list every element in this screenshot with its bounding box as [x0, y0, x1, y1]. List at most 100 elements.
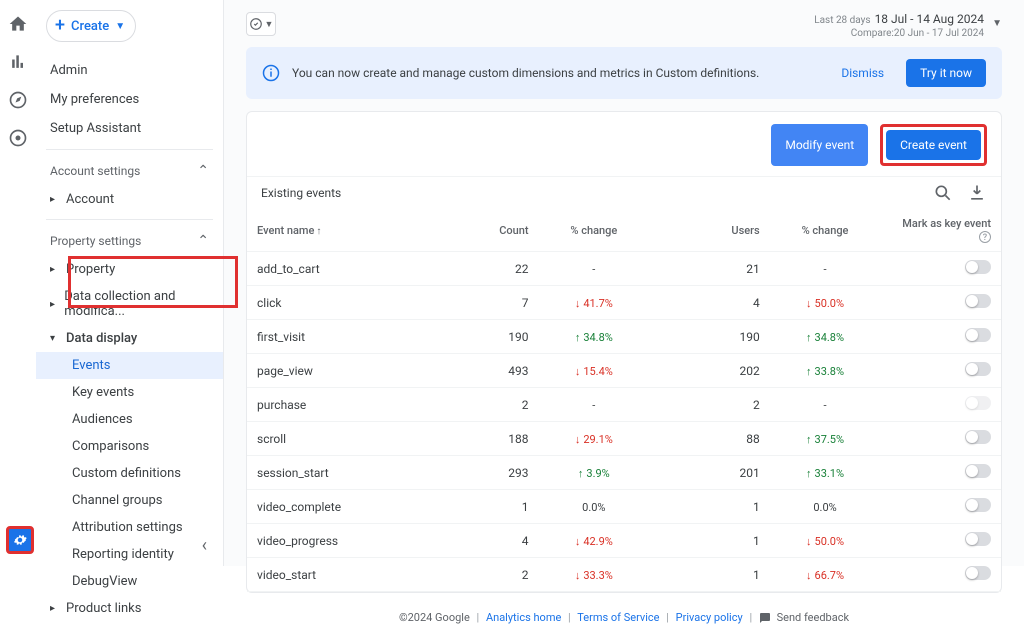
caret-right-icon: ▸ — [50, 194, 60, 205]
arrow-down-icon: ↓ — [806, 535, 812, 548]
change-cell: - — [539, 388, 650, 422]
event-name-cell[interactable]: video_complete — [247, 490, 468, 524]
collapse-sidebar-icon[interactable]: ‹ — [202, 535, 207, 556]
col-count[interactable]: Count — [468, 209, 538, 252]
download-icon[interactable] — [967, 183, 987, 203]
toggle-switch[interactable] — [965, 464, 991, 478]
filter-chip[interactable]: ▼ — [246, 12, 276, 36]
keyevent-cell — [880, 252, 1001, 286]
change-cell: - — [770, 252, 881, 286]
help-icon[interactable]: ? — [979, 231, 991, 243]
col-change1[interactable]: % change — [539, 209, 650, 252]
sidebar-item-datadisplay[interactable]: ▾ Data display — [36, 325, 223, 352]
count-cell: 190 — [468, 320, 538, 354]
sidebar: + Create ▼ Admin My preferences Setup As… — [36, 0, 224, 566]
change-cell: ↑34.8% — [539, 320, 650, 354]
sidebar-item-setup[interactable]: Setup Assistant — [36, 114, 223, 143]
count-cell: 2 — [468, 558, 538, 592]
sidebar-sec-account[interactable]: Account settings ⌃ — [36, 156, 223, 186]
event-name-cell[interactable]: video_progress — [247, 524, 468, 558]
sidebar-item-customdef[interactable]: Custom definitions — [36, 460, 223, 487]
sidebar-item-datacoll[interactable]: ▸ Data collection and modifica... — [36, 283, 223, 325]
explore-icon[interactable] — [8, 90, 28, 110]
footer-link-privacy[interactable]: Privacy policy — [676, 611, 743, 624]
col-key[interactable]: Mark as key event? — [880, 209, 1001, 252]
event-name-cell[interactable]: page_view — [247, 354, 468, 388]
sidebar-item-debugview[interactable]: DebugView — [36, 568, 223, 595]
toggle-switch[interactable] — [965, 260, 991, 274]
col-change2[interactable]: % change — [770, 209, 881, 252]
create-event-button[interactable]: Create event — [886, 130, 981, 160]
count-cell: 188 — [468, 422, 538, 456]
caret-down-icon: ▼ — [265, 19, 274, 30]
arrow-down-icon: ↓ — [806, 569, 812, 582]
toggle-switch[interactable] — [965, 532, 991, 546]
date-range-picker[interactable]: Last 28 days18 Jul - 14 Aug 2024 Compare… — [814, 12, 1002, 39]
toggle-switch[interactable] — [965, 294, 991, 308]
toggle-switch[interactable] — [965, 498, 991, 512]
users-cell: 21 — [649, 252, 770, 286]
col-users[interactable]: Users — [649, 209, 770, 252]
sidebar-item-account[interactable]: ▸ Account — [36, 186, 223, 213]
event-name-cell[interactable]: click — [247, 286, 468, 320]
change-cell: ↓66.7% — [770, 558, 881, 592]
dismiss-button[interactable]: Dismiss — [831, 60, 894, 86]
sidebar-item-audiences[interactable]: Audiences — [36, 406, 223, 433]
footer-link-home[interactable]: Analytics home — [486, 611, 561, 624]
sidebar-item-productlinks[interactable]: ▸ Product links — [36, 595, 223, 622]
modify-event-button[interactable]: Modify event — [771, 124, 868, 166]
change-cell: 0.0% — [770, 490, 881, 524]
feedback-icon — [759, 612, 771, 624]
keyevent-cell — [880, 388, 1001, 422]
keyevent-cell — [880, 524, 1001, 558]
event-name-cell[interactable]: video_start — [247, 558, 468, 592]
change-cell: ↑34.8% — [770, 320, 881, 354]
toggle-switch[interactable] — [965, 566, 991, 580]
sidebar-item-attribution[interactable]: Attribution settings — [36, 514, 223, 541]
sidebar-item-prefs[interactable]: My preferences — [36, 85, 223, 114]
icon-rail — [0, 0, 36, 566]
create-label: Create — [71, 19, 109, 34]
change-cell: ↓41.7% — [539, 286, 650, 320]
change-cell: ↓50.0% — [770, 524, 881, 558]
table-title: Existing events — [261, 186, 919, 200]
admin-gear-icon[interactable] — [6, 526, 34, 554]
home-icon[interactable] — [8, 14, 28, 34]
event-name-cell[interactable]: purchase — [247, 388, 468, 422]
table-row: session_start 293 ↑3.9% 201 ↑33.1% — [247, 456, 1001, 490]
sidebar-sec-property[interactable]: Property settings ⌃ — [36, 226, 223, 256]
sidebar-item-keyevents[interactable]: Key events — [36, 379, 223, 406]
create-button[interactable]: + Create ▼ — [46, 10, 136, 42]
sidebar-item-comparisons[interactable]: Comparisons — [36, 433, 223, 460]
caret-down-icon: ▼ — [115, 21, 125, 32]
col-event-name[interactable]: Event name↑ — [247, 209, 468, 252]
sidebar-item-admin[interactable]: Admin — [36, 56, 223, 85]
arrow-up-icon: ↑ — [575, 331, 581, 344]
try-it-button[interactable]: Try it now — [906, 59, 986, 87]
sidebar-item-reporting[interactable]: Reporting identity — [36, 541, 223, 568]
event-name-cell[interactable]: add_to_cart — [247, 252, 468, 286]
users-cell: 1 — [649, 558, 770, 592]
caret-down-icon: ▼ — [992, 18, 1002, 29]
sidebar-item-events[interactable]: Events — [36, 352, 223, 379]
event-name-cell[interactable]: scroll — [247, 422, 468, 456]
change-cell: ↓29.1% — [539, 422, 650, 456]
info-icon — [262, 64, 280, 82]
arrow-down-icon: ↓ — [575, 433, 581, 446]
reports-icon[interactable] — [8, 52, 28, 72]
advertising-icon[interactable] — [8, 128, 28, 148]
toggle-switch[interactable] — [965, 430, 991, 444]
event-name-cell[interactable]: session_start — [247, 456, 468, 490]
sidebar-item-channelgroups[interactable]: Channel groups — [36, 487, 223, 514]
footer-link-tos[interactable]: Terms of Service — [577, 611, 659, 624]
toggle-switch[interactable] — [965, 362, 991, 376]
event-name-cell[interactable]: first_visit — [247, 320, 468, 354]
toggle-switch[interactable] — [965, 328, 991, 342]
feedback-link[interactable]: Send feedback — [759, 611, 849, 624]
search-icon[interactable] — [933, 183, 953, 203]
users-cell: 190 — [649, 320, 770, 354]
arrow-down-icon: ↓ — [806, 297, 812, 310]
sidebar-item-property[interactable]: ▸ Property — [36, 256, 223, 283]
users-cell: 2 — [649, 388, 770, 422]
keyevent-cell — [880, 558, 1001, 592]
